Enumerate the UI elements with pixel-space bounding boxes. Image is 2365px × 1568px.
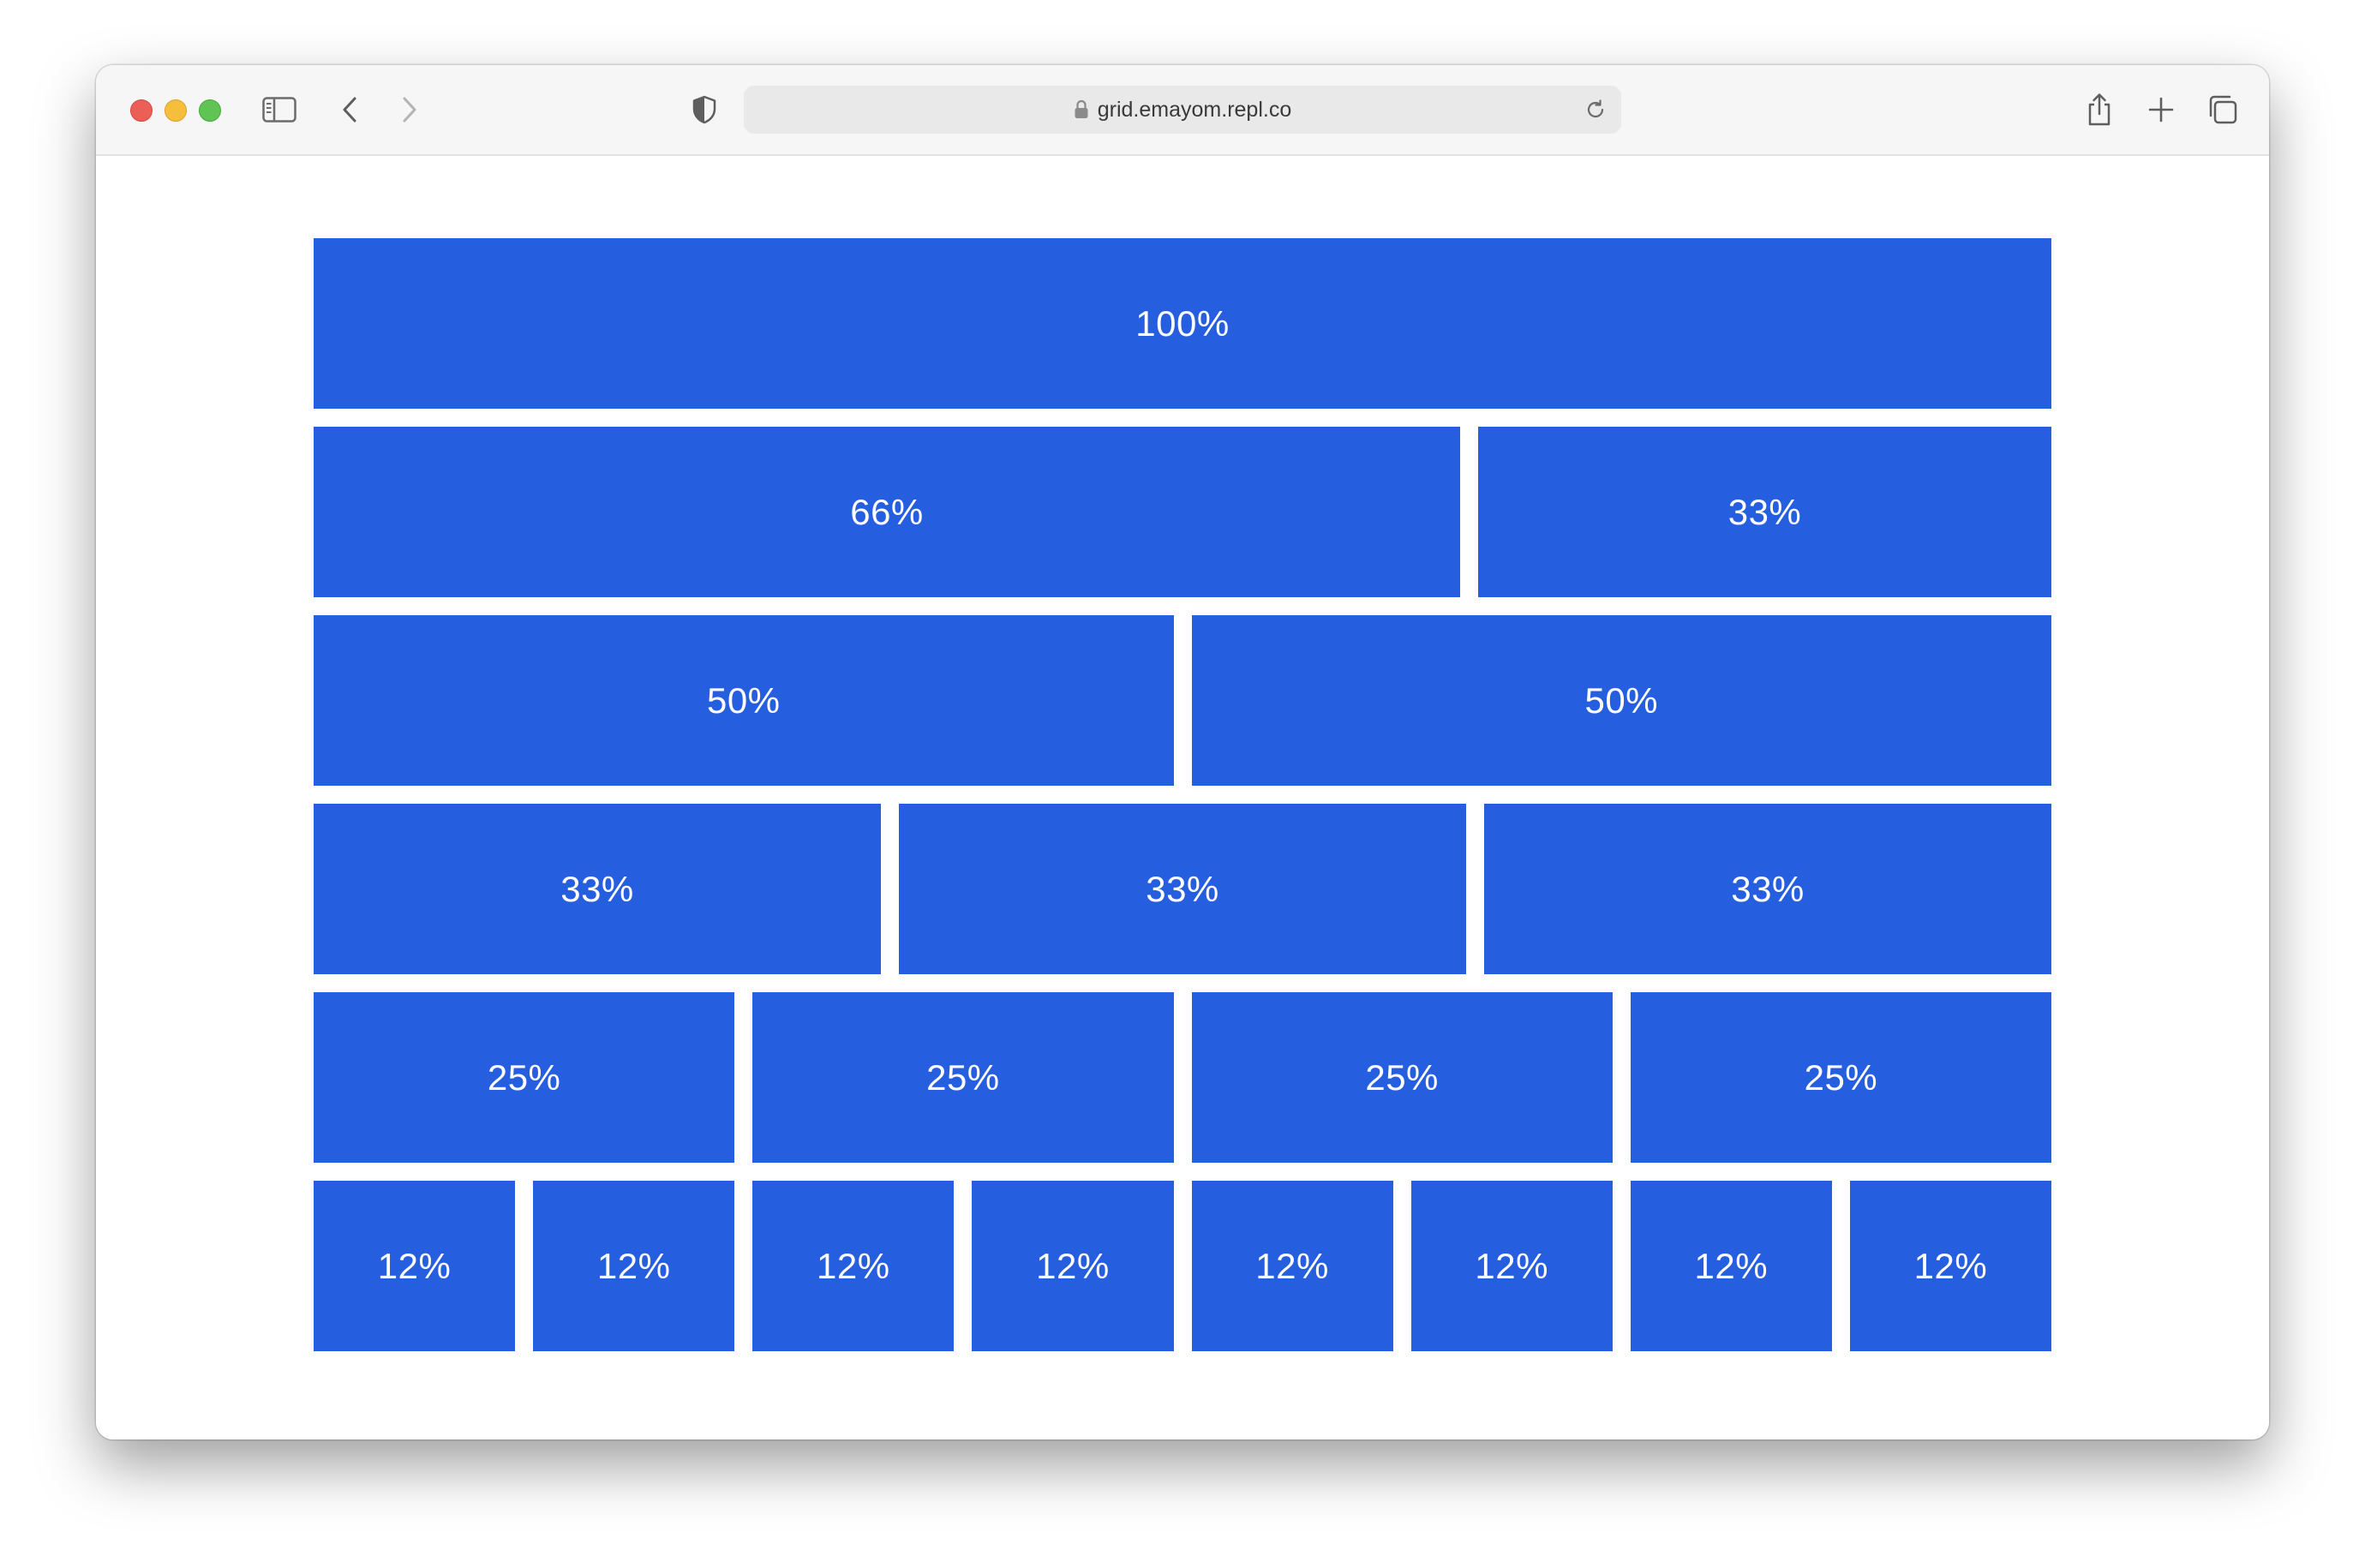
- minimize-window-button[interactable]: [165, 99, 187, 122]
- sidebar-icon[interactable]: [260, 91, 298, 129]
- grid-cell: 66%: [314, 427, 1460, 597]
- close-window-button[interactable]: [130, 99, 153, 122]
- grid-cell: 50%: [314, 615, 1174, 786]
- url-text: grid.emayom.repl.co: [1097, 97, 1292, 122]
- browser-toolbar: grid.emayom.repl.co: [96, 65, 2269, 156]
- chevron-right-icon[interactable]: [391, 91, 428, 129]
- share-icon[interactable]: [2081, 91, 2118, 129]
- percentage-grid: 100% 66% 33% 50% 50% 33% 33% 33% 25% 25% 25% 25% 12%…: [314, 238, 2051, 1369]
- grid-row: 100%: [314, 238, 2051, 409]
- grid-cell: 50%: [1191, 615, 2051, 786]
- plus-icon[interactable]: [2142, 91, 2180, 129]
- grid-cell: 25%: [1630, 992, 2051, 1163]
- grid-cell: 100%: [314, 238, 2051, 409]
- grid-cell: 12%: [314, 1181, 516, 1351]
- grid-cell: 12%: [1410, 1181, 1613, 1351]
- grid-row: 66% 33%: [314, 427, 2051, 597]
- grid-cell: 33%: [314, 804, 881, 974]
- page-content: 100% 66% 33% 50% 50% 33% 33% 33% 25% 25% 25% 25% 12%…: [96, 156, 2269, 1439]
- lock-icon: [1074, 99, 1089, 120]
- grid-cell: 25%: [752, 992, 1174, 1163]
- address-bar[interactable]: grid.emayom.repl.co: [744, 86, 1621, 134]
- grid-row: 25% 25% 25% 25%: [314, 992, 2051, 1163]
- shield-icon[interactable]: [686, 91, 723, 129]
- grid-cell: 12%: [1849, 1181, 2051, 1351]
- grid-cell: 33%: [1478, 427, 2051, 597]
- grid-cell: 12%: [972, 1181, 1174, 1351]
- chevron-left-icon[interactable]: [331, 91, 368, 129]
- reload-icon[interactable]: [1582, 96, 1609, 123]
- grid-row: 12% 12% 12% 12% 12% 12% 12% 12%: [314, 1181, 2051, 1351]
- grid-row: 50% 50%: [314, 615, 2051, 786]
- grid-cell: 25%: [1191, 992, 1613, 1163]
- grid-cell: 33%: [1484, 804, 2051, 974]
- grid-cell: 12%: [1191, 1181, 1393, 1351]
- zoom-window-button[interactable]: [199, 99, 221, 122]
- grid-cell: 25%: [314, 992, 735, 1163]
- tabs-overview-icon[interactable]: [2204, 91, 2242, 129]
- grid-cell: 33%: [899, 804, 1466, 974]
- grid-row: 33% 33% 33%: [314, 804, 2051, 974]
- grid-cell: 12%: [1630, 1181, 1832, 1351]
- grid-cell: 12%: [752, 1181, 955, 1351]
- browser-window: grid.emayom.repl.co 100% 66% 33% 50% 50%…: [96, 65, 2269, 1439]
- grid-cell: 12%: [533, 1181, 735, 1351]
